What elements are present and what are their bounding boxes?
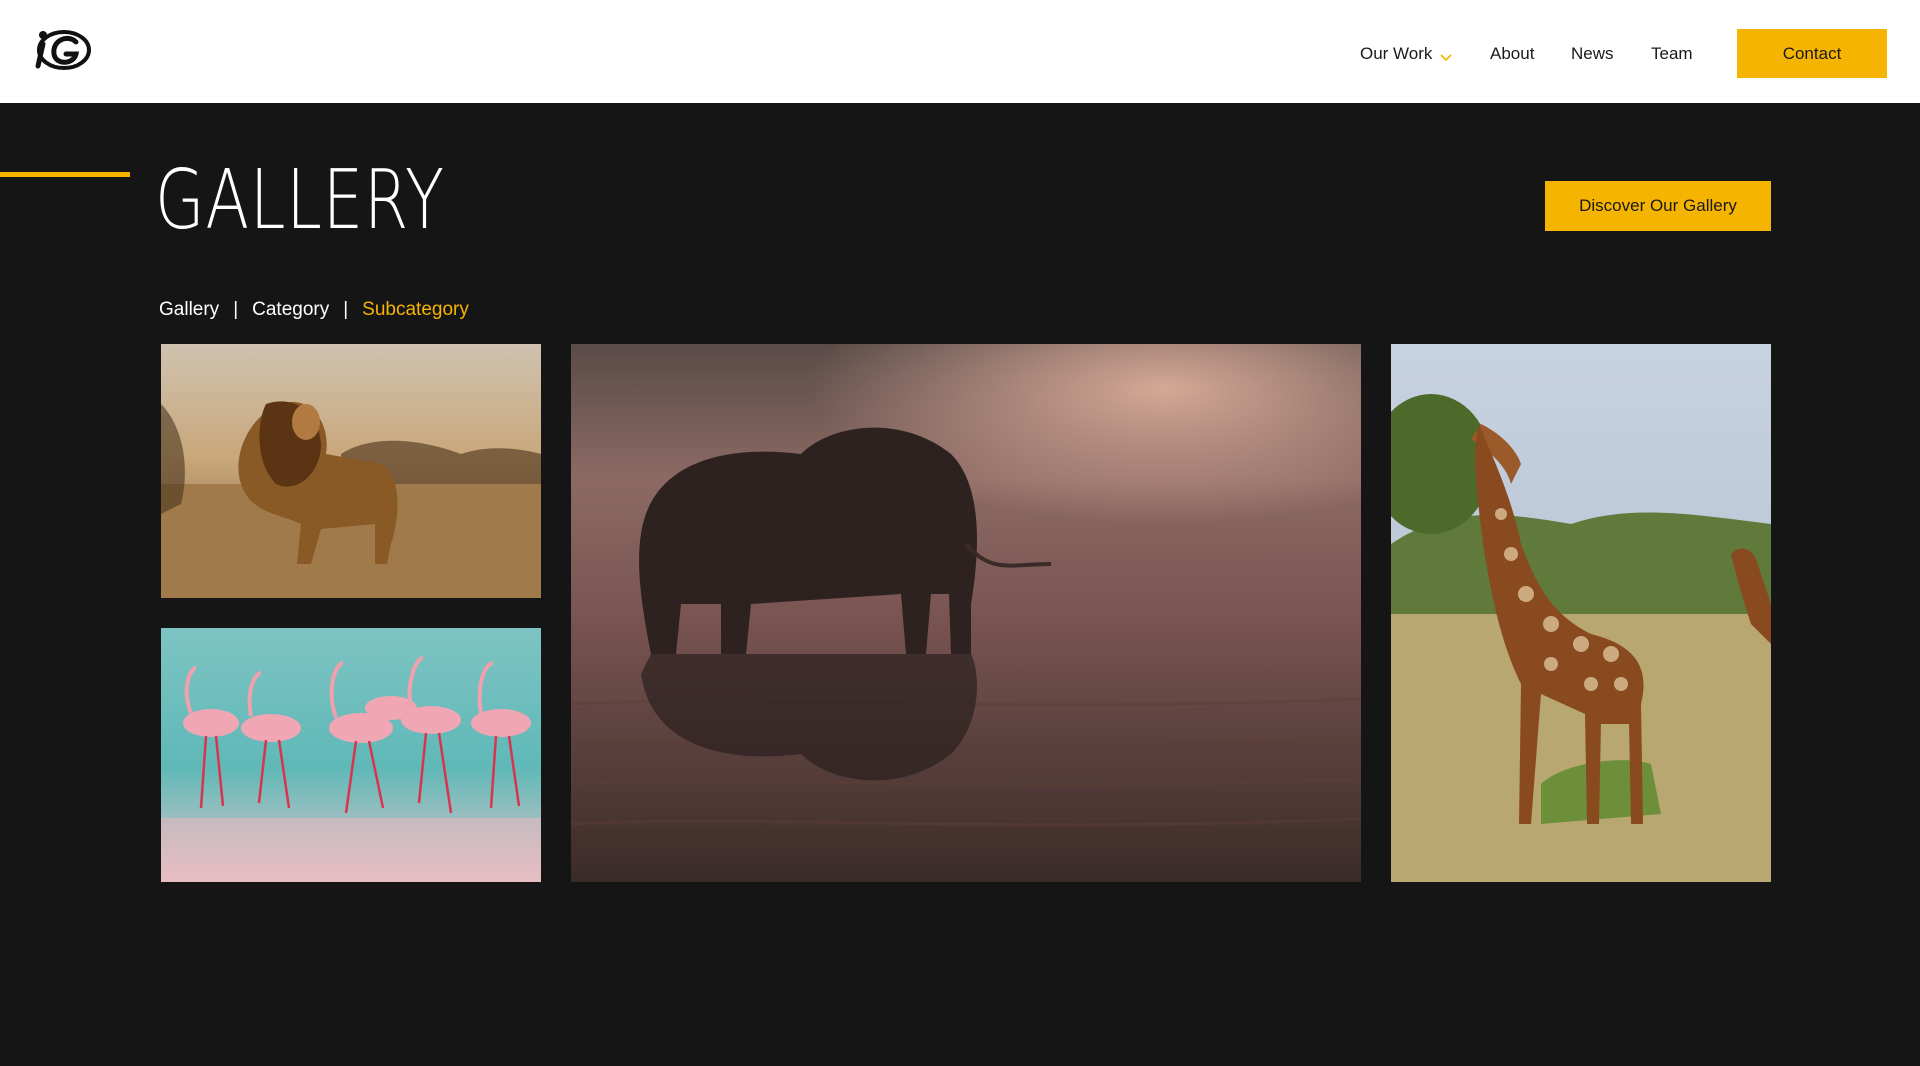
nav-our-work-label: Our Work [1360,44,1433,63]
elephant-photo[interactable] [571,344,1361,882]
nav-about[interactable]: About [1490,44,1534,64]
nav-news[interactable]: News [1571,44,1614,64]
breadcrumb-gallery[interactable]: Gallery [159,299,219,321]
breadcrumb-subcategory[interactable]: Subcategory [362,299,469,321]
contact-button[interactable]: Contact [1737,29,1887,78]
flamingos-photo[interactable] [161,628,541,882]
chevron-down-icon [1438,48,1454,62]
giraffe-photo[interactable] [1391,344,1771,882]
page-title: GALLERY [155,153,445,248]
ig-logo-icon[interactable] [30,22,94,76]
nav-our-work[interactable]: Our Work [1360,44,1454,64]
breadcrumb: Gallery | Category | Subcategory [159,299,469,321]
nav-team[interactable]: Team [1651,44,1693,64]
title-accent-line [0,172,130,177]
discover-gallery-button[interactable]: Discover Our Gallery [1545,181,1771,231]
breadcrumb-category[interactable]: Category [252,299,329,321]
site-header: Our Work About News Team Contact [0,0,1920,103]
breadcrumb-separator: | [343,299,349,320]
lion-photo[interactable] [161,344,541,598]
breadcrumb-separator: | [233,299,239,320]
